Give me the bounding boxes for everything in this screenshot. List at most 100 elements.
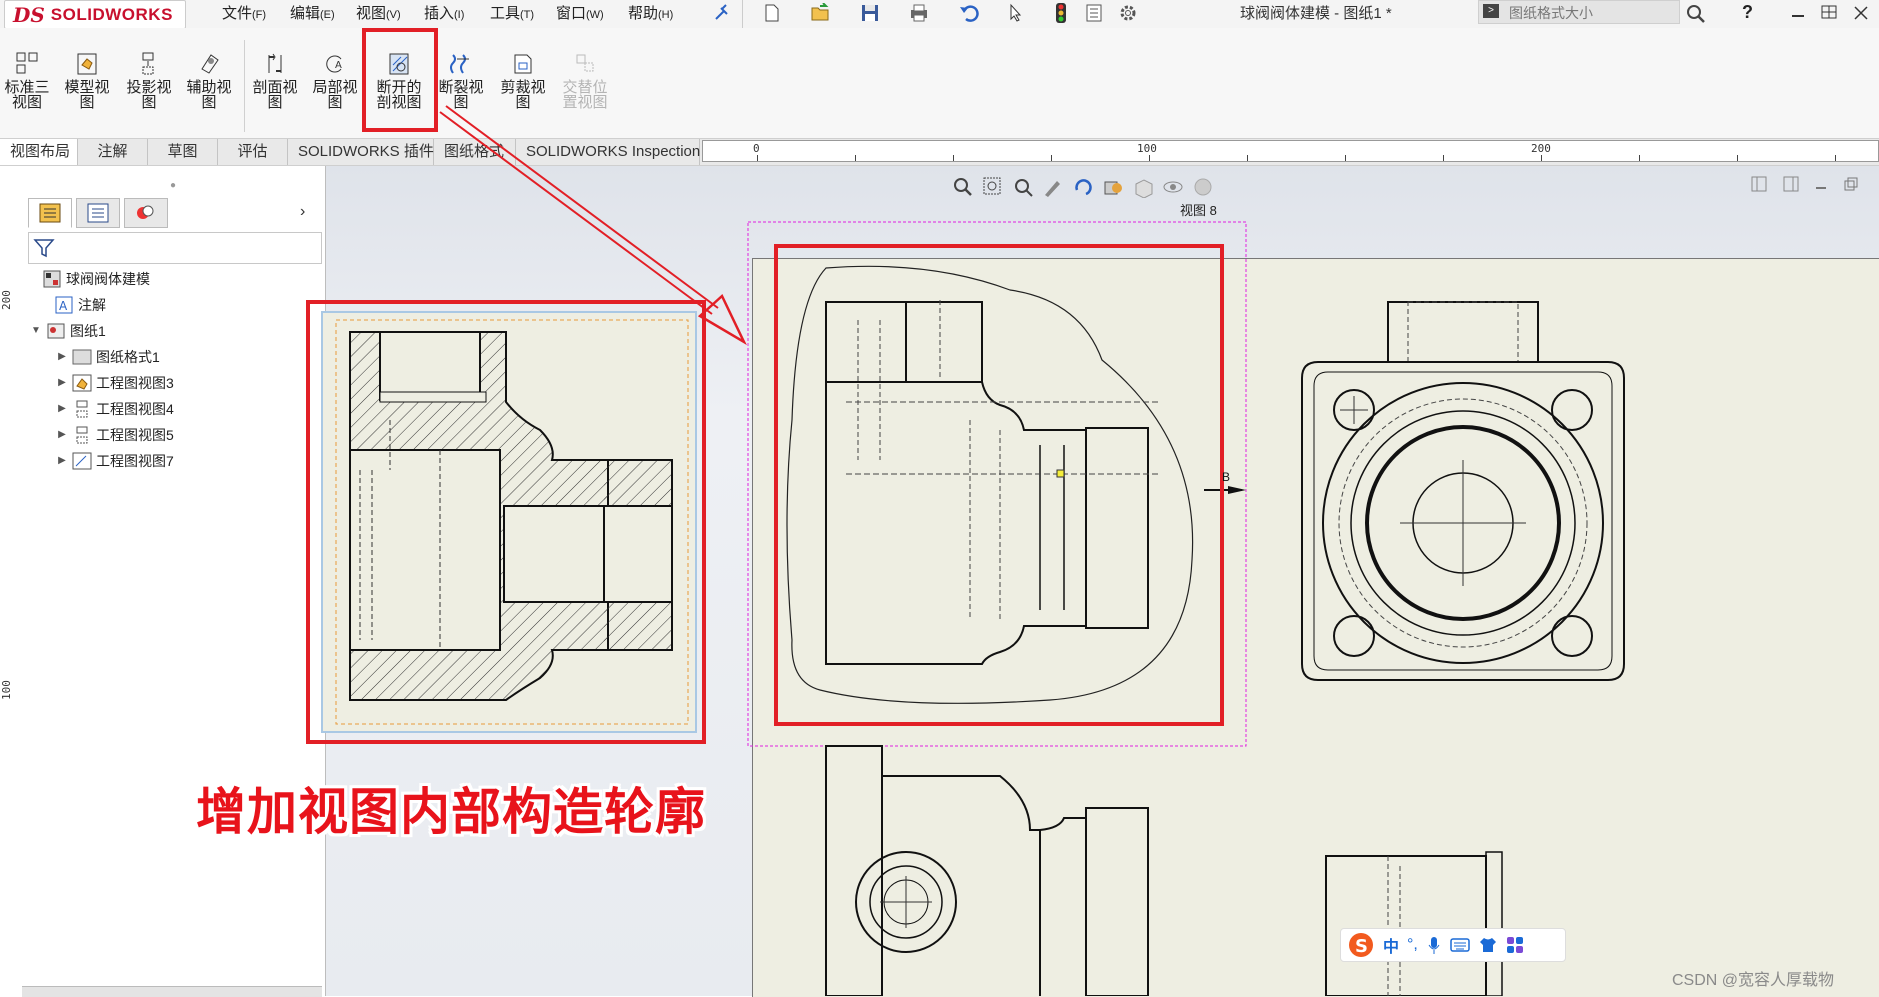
tree-filter-input[interactable] <box>28 232 322 264</box>
save-icon[interactable] <box>860 3 882 23</box>
open-document-icon[interactable] <box>810 2 832 23</box>
menu-tools[interactable]: 工具(T) <box>490 2 534 23</box>
tile-left-icon[interactable] <box>1748 176 1770 194</box>
break-view-button[interactable]: 断裂视图 <box>432 28 490 110</box>
tab-evaluate[interactable]: 评估 <box>218 139 288 165</box>
undo-icon[interactable] <box>958 3 980 23</box>
menu-window[interactable]: 窗口(W) <box>556 2 604 23</box>
expand-arrow-icon[interactable]: ▶ <box>56 448 68 474</box>
display-style-icon[interactable] <box>1100 174 1126 200</box>
keyboard-icon[interactable] <box>1450 937 1470 953</box>
ime-language[interactable]: 中 <box>1383 933 1399 957</box>
apps-grid-icon[interactable] <box>1506 936 1524 954</box>
panel-grip-icon[interactable]: ● <box>170 180 176 191</box>
ruler-tick <box>1149 155 1150 161</box>
hide-show-items-icon[interactable] <box>1130 174 1156 200</box>
annotation-icon: A <box>54 295 74 315</box>
doc-minimize-icon[interactable] <box>1810 176 1832 194</box>
tree-item-drawing-view3[interactable]: ▶ 工程图视图3 <box>26 370 322 396</box>
expand-arrow-icon[interactable]: ▶ <box>56 370 68 396</box>
traffic-light-icon[interactable] <box>1054 3 1076 23</box>
collapse-arrow-icon[interactable]: ▼ <box>30 318 42 344</box>
tree-item-drawing-view4[interactable]: ▶ 工程图视图4 <box>26 396 322 422</box>
tree-item-sheet-format[interactable]: ▶ 图纸格式1 <box>26 344 322 370</box>
ime-toolbar[interactable]: S 中 °, <box>1340 928 1566 962</box>
menu-file[interactable]: 文件(F) <box>222 2 266 23</box>
solidworks-logo[interactable]: DS SOLIDWORKS <box>4 0 186 29</box>
tree-item-sheet[interactable]: ▼ 图纸1 <box>26 318 322 344</box>
expand-arrow-icon[interactable]: ▶ <box>56 422 68 448</box>
sheet-icon <box>46 321 66 341</box>
minimize-button[interactable] <box>1790 2 1806 27</box>
skin-shirt-icon[interactable] <box>1478 936 1498 954</box>
new-document-icon[interactable] <box>762 3 784 23</box>
chevron-right-icon[interactable]: › <box>300 203 305 221</box>
view-orientation-icon[interactable] <box>1160 174 1186 200</box>
options-gear-icon[interactable] <box>1118 3 1140 23</box>
alternate-position-view-icon <box>572 50 598 78</box>
pin-icon[interactable] <box>712 3 734 23</box>
tree-item-drawing-view7[interactable]: ▶ 工程图视图7 <box>26 448 322 474</box>
previous-view-icon[interactable] <box>1010 174 1036 200</box>
microphone-icon[interactable] <box>1426 935 1442 955</box>
section-label-b: B <box>1222 470 1231 484</box>
projected-view-button[interactable]: 投影视图 <box>120 28 178 110</box>
menu-insert[interactable]: 插入(I) <box>424 2 464 23</box>
projected-view-icon <box>136 50 162 78</box>
ds-logo-icon: DS <box>13 2 45 27</box>
close-button[interactable] <box>1852 2 1870 26</box>
crop-view-button[interactable]: 剪裁视图 <box>494 28 552 110</box>
tab-solidworks-addins[interactable]: SOLIDWORKS 插件 <box>288 139 434 165</box>
help-button[interactable]: ? <box>1742 2 1753 23</box>
tab-solidworks-inspection[interactable]: SOLIDWORKS Inspection <box>516 139 700 165</box>
ruler-tick <box>1345 155 1346 161</box>
ime-punctuation[interactable]: °, <box>1407 936 1418 954</box>
feature-manager-tab[interactable] <box>28 198 72 228</box>
tab-annotation[interactable]: 注解 <box>78 139 148 165</box>
vertical-ruler: 200 100 <box>0 166 23 996</box>
model-view-icon <box>72 373 92 393</box>
menu-view[interactable]: 视图(V) <box>356 2 401 23</box>
tile-right-icon[interactable] <box>1780 176 1802 194</box>
tree-item-drawing-view5[interactable]: ▶ 工程图视图5 <box>26 422 322 448</box>
print-icon[interactable] <box>908 3 930 23</box>
alternate-position-view-button[interactable]: 交替位 置视图 <box>556 28 614 110</box>
doc-restore-icon[interactable] <box>1840 176 1862 194</box>
sheet-format-icon <box>72 347 92 367</box>
expand-arrow-icon[interactable]: ▶ <box>56 344 68 370</box>
menu-edit[interactable]: 编辑(E) <box>290 2 335 23</box>
ruler-tick <box>757 155 758 161</box>
tab-view-layout[interactable]: 视图布局 <box>0 139 78 165</box>
sketch-tool-icon[interactable] <box>1040 174 1066 200</box>
detail-view-button[interactable]: A 局部视图 <box>306 28 364 110</box>
select-cursor-icon[interactable] <box>1006 3 1028 23</box>
scene-icon[interactable] <box>1190 174 1216 200</box>
display-manager-tab[interactable] <box>124 198 168 228</box>
restore-button[interactable] <box>1820 2 1838 26</box>
tree-root[interactable]: 球阀阀体建模 <box>26 266 322 292</box>
menu-help[interactable]: 帮助(H) <box>628 2 673 23</box>
search-icon[interactable] <box>1685 3 1707 23</box>
ruler-label: 100 <box>0 680 13 700</box>
section-view-button[interactable]: 剖面视图 <box>246 28 304 110</box>
property-manager-tab[interactable] <box>76 198 120 228</box>
tab-sheet-format[interactable]: 图纸格式 <box>434 139 516 165</box>
search-commands-input[interactable]: > 图纸格式大小 <box>1478 0 1680 24</box>
standard-3-view-button[interactable]: 标准三 视图 <box>0 28 56 110</box>
zoom-to-fit-icon[interactable] <box>950 174 976 200</box>
file-properties-icon[interactable] <box>1084 3 1106 23</box>
expand-arrow-icon[interactable]: ▶ <box>56 396 68 422</box>
broken-out-section-button[interactable]: 断开的 剖视图 <box>370 28 428 110</box>
zoom-to-area-icon[interactable] <box>980 174 1006 200</box>
drawing-sheet[interactable] <box>752 258 1879 997</box>
tab-sketch[interactable]: 草图 <box>148 139 218 165</box>
ruler-tick <box>1443 155 1444 161</box>
model-view-button[interactable]: 模型视图 <box>58 28 116 110</box>
auxiliary-view-button[interactable]: 辅助视图 <box>180 28 238 110</box>
ruler-tick <box>1051 155 1052 161</box>
rotate-view-icon[interactable] <box>1070 174 1096 200</box>
tree-item-annotations[interactable]: A 注解 <box>26 292 322 318</box>
sheet-tab-bar[interactable] <box>22 986 322 997</box>
ruler-label: 200 <box>0 290 13 310</box>
watermark: CSDN @宽容人厚载物 <box>1672 972 1835 989</box>
